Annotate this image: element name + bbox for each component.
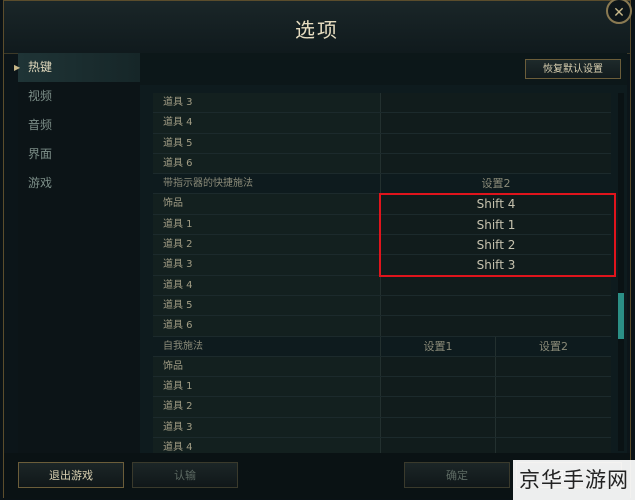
sidebar-item-label: 热键 — [28, 60, 53, 74]
sidebar-item-label: 视频 — [28, 89, 53, 103]
action-label: 道具 5 — [153, 133, 381, 153]
keybind-slot-1[interactable]: Shift 3 — [381, 255, 611, 275]
action-label: 自我施法 — [153, 336, 381, 356]
table-row: 道具 6 — [153, 316, 611, 337]
table-row: 道具 5 — [153, 133, 611, 154]
ok-button[interactable]: 确定 — [404, 462, 510, 488]
scrollbar[interactable] — [618, 93, 624, 451]
scrollbar-thumb[interactable] — [618, 293, 624, 339]
title-bar: 选项 — [4, 1, 630, 54]
table-row: 饰品 — [153, 356, 611, 378]
keybind-slot-2[interactable] — [496, 397, 611, 417]
sidebar-item-interface[interactable]: 界面 — [18, 140, 140, 169]
action-label: 道具 1 — [153, 377, 381, 397]
keybind-slot-1[interactable] — [381, 397, 496, 417]
table-row: 道具 3 Shift 3 — [153, 255, 611, 276]
reset-defaults-button[interactable]: 恢复默认设置 — [525, 59, 621, 79]
action-label: 饰品 — [153, 194, 381, 214]
sidebar-item-label: 界面 — [28, 147, 53, 161]
keybind-slot-2[interactable] — [496, 356, 611, 377]
arrow-right-icon: ▶ — [14, 63, 21, 72]
sidebar-item-video[interactable]: 视频 — [18, 82, 140, 111]
keybind-slot-1[interactable]: Shift 2 — [381, 235, 611, 255]
action-label: 道具 3 — [153, 417, 381, 438]
table-row: 道具 3 — [153, 417, 611, 439]
watermark-text: 京华手游网 — [513, 460, 635, 500]
keybind-slot-1[interactable] — [381, 113, 611, 133]
keybind-slot-1[interactable] — [381, 295, 611, 316]
hotkey-panel: 恢复默认设置 道具 3 道具 4 道具 5 道具 6 带指示器的快捷施法 设置2 饰品 Shi… — [140, 53, 627, 459]
action-label: 道具 3 — [153, 255, 381, 275]
action-label: 道具 6 — [153, 316, 381, 336]
surrender-button[interactable]: 认输 — [132, 462, 238, 488]
table-row: 道具 2 Shift 2 — [153, 235, 611, 256]
keybind-slot-1[interactable] — [381, 417, 496, 438]
hotkey-table: 道具 3 道具 4 道具 5 道具 6 带指示器的快捷施法 设置2 饰品 Shift 4 道具 … — [153, 93, 611, 459]
keybind-slot-2[interactable] — [496, 377, 611, 397]
action-label: 道具 2 — [153, 397, 381, 417]
table-row: 道具 2 — [153, 397, 611, 418]
action-label: 道具 1 — [153, 214, 381, 235]
table-row: 道具 4 — [153, 113, 611, 134]
options-window: 选项 ✕ ▶ 热键 视频 音频 界面 游戏 恢复默认设置 道具 3 道具 4 道具 … — [3, 0, 632, 499]
keybind-slot-1[interactable]: Shift 1 — [381, 214, 611, 235]
table-section-header: 自我施法 设置1 设置2 — [153, 336, 611, 357]
table-section-header: 带指示器的快捷施法 设置2 — [153, 174, 611, 195]
column-header: 设置2 — [381, 174, 611, 194]
keybind-slot-1[interactable] — [381, 133, 611, 153]
action-label: 道具 4 — [153, 113, 381, 133]
table-row: 道具 1 Shift 1 — [153, 214, 611, 236]
action-label: 道具 4 — [153, 275, 381, 295]
table-row: 道具 6 — [153, 153, 611, 175]
sidebar-item-game[interactable]: 游戏 — [18, 169, 140, 198]
action-label: 道具 5 — [153, 295, 381, 316]
table-row: 道具 1 — [153, 377, 611, 398]
keybind-slot-1[interactable] — [381, 93, 611, 113]
column-header: 设置2 — [496, 336, 611, 356]
keybind-slot-1[interactable] — [381, 356, 496, 377]
action-label: 道具 2 — [153, 235, 381, 255]
sidebar-item-label: 游戏 — [28, 176, 53, 190]
keybind-slot-1[interactable] — [381, 316, 611, 336]
action-label: 道具 3 — [153, 93, 381, 113]
column-header: 设置1 — [381, 336, 496, 356]
table-row: 道具 4 — [153, 275, 611, 296]
sidebar-item-audio[interactable]: 音频 — [18, 111, 140, 140]
action-label: 道具 6 — [153, 153, 381, 174]
action-label: 带指示器的快捷施法 — [153, 174, 381, 194]
panel-header: 恢复默认设置 — [140, 53, 627, 85]
sidebar: ▶ 热键 视频 音频 界面 游戏 — [14, 53, 140, 453]
table-row: 饰品 Shift 4 — [153, 194, 611, 215]
keybind-slot-1[interactable]: Shift 4 — [381, 194, 611, 214]
window-title: 选项 — [295, 18, 339, 42]
table-row: 道具 3 — [153, 93, 611, 114]
action-label: 饰品 — [153, 356, 381, 377]
keybind-slot-1[interactable] — [381, 377, 496, 397]
table-row: 道具 5 — [153, 295, 611, 317]
keybind-slot-1[interactable] — [381, 153, 611, 174]
exit-game-button[interactable]: 退出游戏 — [18, 462, 124, 488]
sidebar-item-label: 音频 — [28, 118, 53, 132]
keybind-slot-2[interactable] — [496, 417, 611, 438]
sidebar-item-hotkeys[interactable]: ▶ 热键 — [14, 53, 140, 82]
keybind-slot-1[interactable] — [381, 275, 611, 295]
